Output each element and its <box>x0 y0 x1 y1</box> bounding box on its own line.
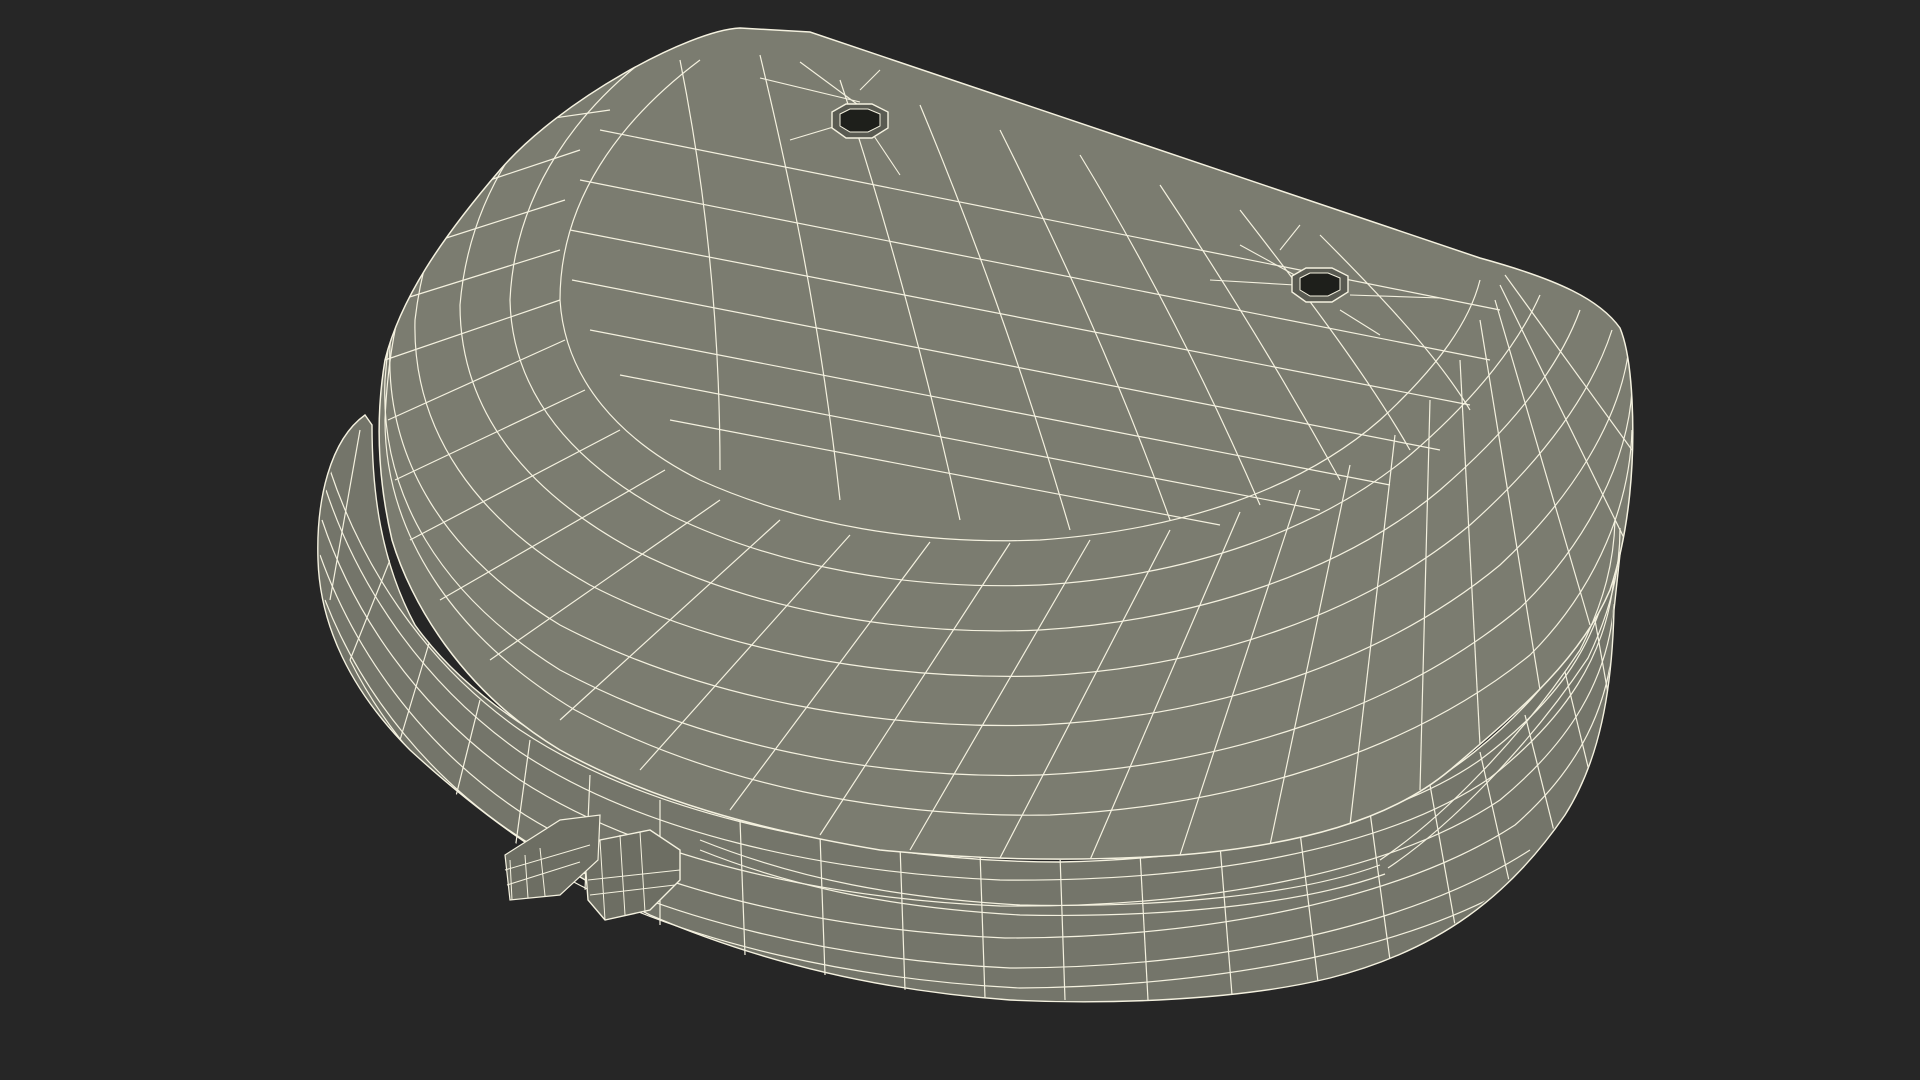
case-lid <box>378 27 1634 860</box>
render-viewport <box>0 0 1920 1080</box>
wireframe-render <box>317 27 1634 1003</box>
lid-shell <box>378 27 1634 860</box>
